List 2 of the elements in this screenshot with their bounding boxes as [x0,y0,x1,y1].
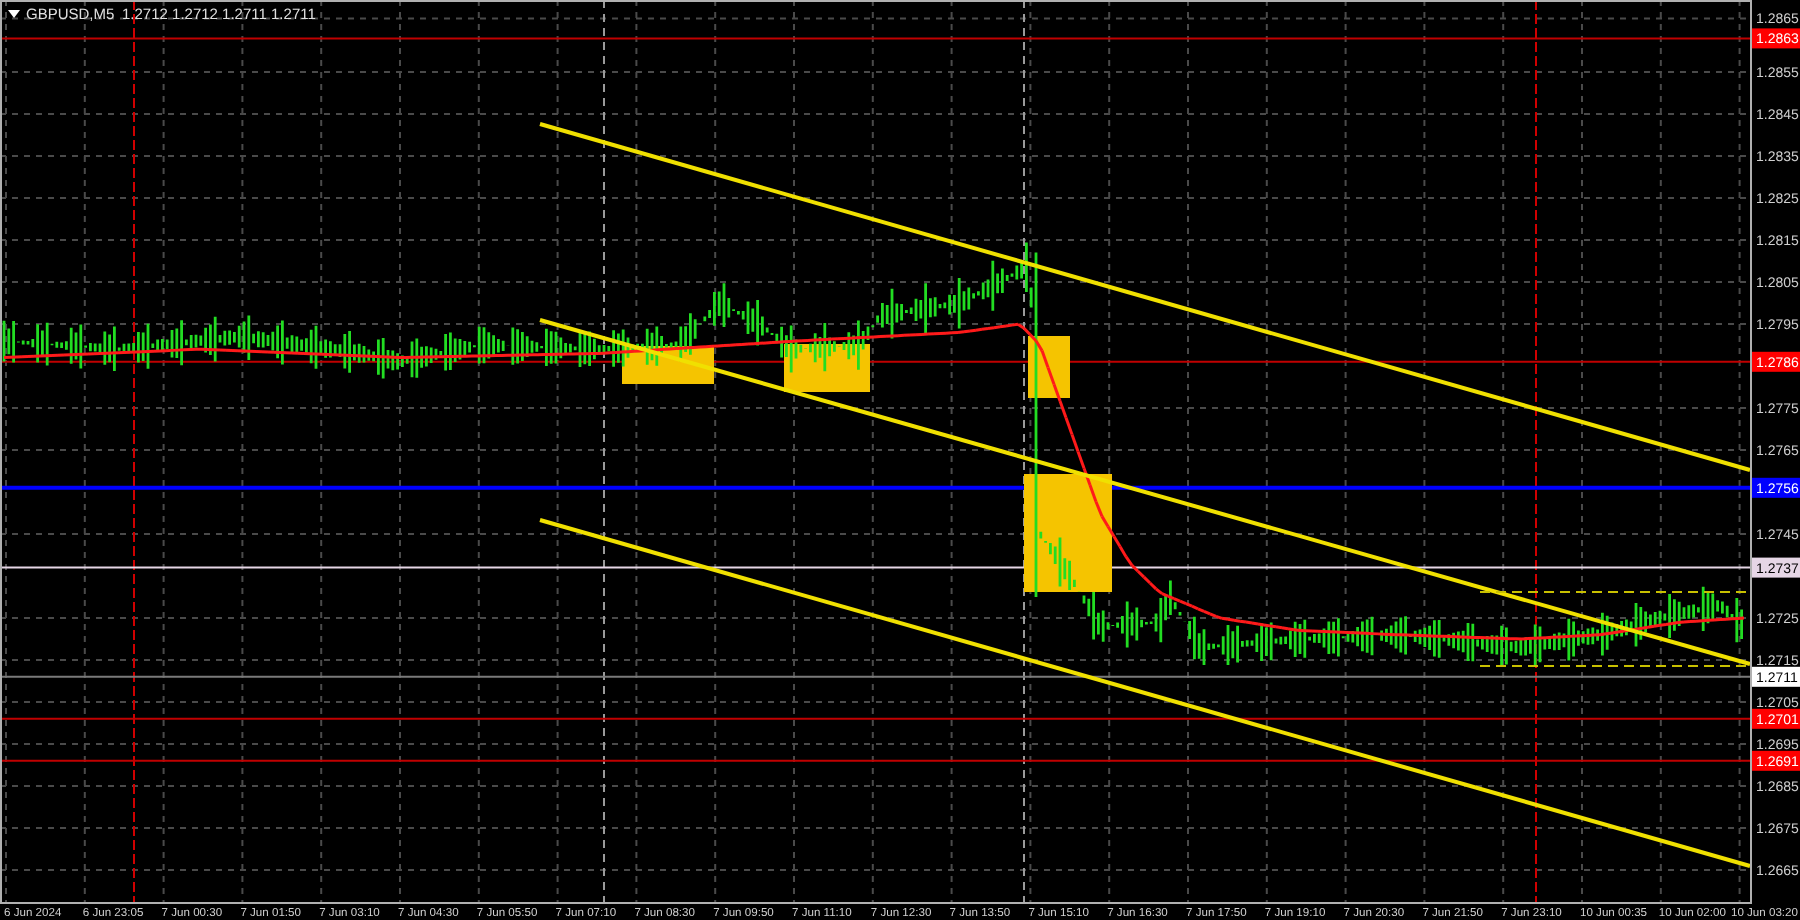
dropdown-triangle-icon[interactable] [8,10,20,18]
highlight-box [1024,474,1112,592]
